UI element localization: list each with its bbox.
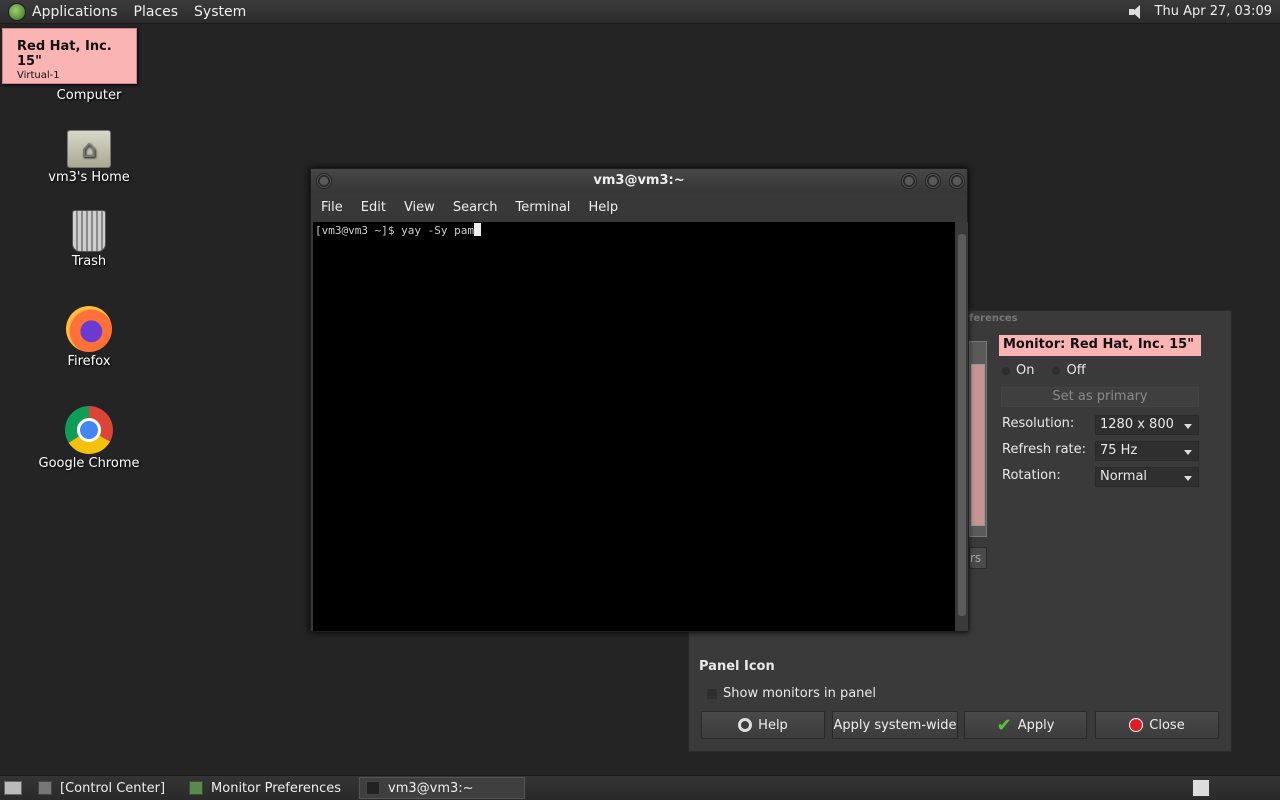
menu-help[interactable]: Help	[588, 200, 618, 215]
menu-edit[interactable]: Edit	[361, 200, 386, 215]
task-label: Monitor Preferences	[211, 780, 342, 796]
monitor-popup-subtitle: Virtual-1	[17, 70, 60, 81]
menu-system[interactable]: System	[194, 4, 246, 20]
desktop-icon-label: Google Chrome	[38, 456, 140, 471]
resolution-select[interactable]: 1280 x 800	[1095, 415, 1199, 435]
control-center-icon	[38, 781, 52, 795]
minimize-icon[interactable]	[901, 173, 917, 189]
menu-file[interactable]: File	[321, 200, 343, 215]
monitor-identify-popup: Red Hat, Inc. 15" Virtual-1	[2, 28, 137, 84]
firefox-icon	[66, 306, 112, 352]
detect-label: rs	[970, 551, 982, 565]
power-radio-group: On Off	[1002, 363, 1086, 378]
set-as-primary-button[interactable]: Set as primary	[1001, 387, 1199, 407]
radio-on[interactable]: On	[1002, 363, 1034, 378]
desktop-icon-label: Computer	[56, 88, 122, 103]
menu-places[interactable]: Places	[134, 4, 179, 20]
panel-icon-heading: Panel Icon	[699, 659, 775, 674]
refresh-rate-label: Refresh rate:	[1002, 442, 1087, 457]
radio-off[interactable]: Off	[1052, 363, 1086, 378]
terminal-window: vm3@vm3:~ File Edit View Search Terminal…	[310, 168, 968, 632]
chrome-icon	[65, 406, 113, 454]
refresh-rate-select[interactable]: 75 Hz	[1095, 441, 1199, 461]
bottom-taskbar: [Control Center] Monitor Preferences vm3…	[0, 775, 1280, 800]
menu-terminal[interactable]: Terminal	[515, 200, 570, 215]
monitor-layout-area[interactable]	[969, 341, 987, 537]
terminal-scrollbar[interactable]	[956, 222, 968, 631]
help-lifebuoy-icon	[738, 718, 753, 732]
menu-view[interactable]: View	[404, 200, 435, 215]
desktop-icon-chrome[interactable]: Google Chrome	[29, 406, 149, 471]
show-desktop-icon[interactable]	[4, 781, 22, 795]
desktop-icon-label: vm3's Home	[48, 170, 130, 185]
workspace-switcher-icon[interactable]	[1192, 779, 1210, 797]
top-panel-tray: Thu Apr 27, 03:09	[1127, 4, 1280, 20]
terminal-screen[interactable]: [vm3@vm3 ~]$ yay -Sy pam	[313, 222, 955, 631]
resolution-label: Resolution:	[1002, 416, 1075, 431]
apply-system-wide-label: Apply system-wide	[833, 717, 957, 733]
menu-search[interactable]: Search	[453, 200, 498, 215]
desktop-icon-computer[interactable]: Computer	[29, 86, 149, 103]
help-button-label: Help	[758, 717, 788, 733]
radio-dot-icon	[1052, 366, 1061, 375]
desktop-icon-home[interactable]: vm3's Home	[29, 130, 149, 185]
resolution-value: 1280 x 800	[1100, 417, 1174, 432]
apply-button[interactable]: ✔ Apply	[964, 711, 1087, 739]
detect-monitors-button[interactable]: rs	[969, 547, 987, 569]
show-monitors-label: Show monitors in panel	[723, 686, 877, 701]
desktop-icon-label: Trash	[71, 254, 107, 269]
distro-logo-icon[interactable]	[8, 2, 26, 21]
terminal-titlebar[interactable]: vm3@vm3:~	[311, 169, 967, 193]
top-panel: Applications Places System Thu Apr 27, 0…	[0, 0, 1280, 24]
menu-applications[interactable]: Applications	[32, 4, 118, 20]
desktop-icon-label: Firefox	[67, 354, 111, 369]
checkbox-icon	[707, 688, 717, 699]
clock[interactable]: Thu Apr 27, 03:09	[1155, 4, 1272, 19]
close-window-icon[interactable]	[949, 173, 965, 189]
apply-button-label: Apply	[1017, 717, 1055, 733]
chevron-down-icon	[1184, 476, 1192, 481]
task-terminal[interactable]: vm3@vm3:~	[359, 777, 526, 799]
radio-off-label: Off	[1066, 363, 1086, 378]
trash-icon	[72, 210, 106, 252]
home-folder-icon	[67, 130, 111, 168]
checkmark-icon: ✔	[996, 714, 1012, 736]
refresh-rate-value: 75 Hz	[1100, 443, 1138, 458]
close-button-label: Close	[1149, 717, 1185, 733]
task-monitor-preferences[interactable]: Monitor Preferences	[183, 777, 347, 799]
show-monitors-checkbox[interactable]: Show monitors in panel	[707, 686, 876, 701]
desktop-icon-firefox[interactable]: Firefox	[29, 306, 149, 369]
terminal-title: vm3@vm3:~	[593, 173, 685, 188]
text-cursor	[473, 223, 481, 236]
radio-on-label: On	[1016, 363, 1035, 378]
window-title: ferences	[969, 313, 1018, 324]
chevron-down-icon	[1184, 450, 1192, 455]
rotation-select[interactable]: Normal	[1095, 467, 1199, 487]
close-icon	[1129, 718, 1144, 732]
rotation-label: Rotation:	[1002, 468, 1061, 483]
rotation-value: Normal	[1100, 469, 1148, 484]
prompt-line: [vm3@vm3 ~]$ yay -Sy pam	[315, 224, 474, 237]
help-button[interactable]: Help	[701, 711, 825, 739]
terminal-menubar: File Edit View Search Terminal Help	[311, 193, 967, 221]
volume-icon[interactable]	[1127, 4, 1145, 20]
close-button[interactable]: Close	[1095, 711, 1219, 739]
apply-system-wide-button[interactable]: Apply system-wide	[832, 711, 958, 739]
terminal-icon	[366, 781, 381, 795]
scrollbar-thumb[interactable]	[958, 234, 966, 616]
monitor-preferences-icon	[189, 781, 204, 795]
monitor-popup-title: Red Hat, Inc. 15"	[17, 39, 112, 69]
desktop-icon-trash[interactable]: Trash	[29, 210, 149, 269]
maximize-icon[interactable]	[925, 173, 941, 189]
monitor-heading: Monitor: Red Hat, Inc. 15"	[999, 335, 1201, 356]
task-label: [Control Center]	[60, 780, 166, 796]
chevron-down-icon	[1184, 424, 1192, 429]
radio-dot-icon	[1002, 366, 1010, 375]
task-label: vm3@vm3:~	[388, 780, 474, 796]
task-control-center[interactable]: [Control Center]	[32, 777, 171, 799]
